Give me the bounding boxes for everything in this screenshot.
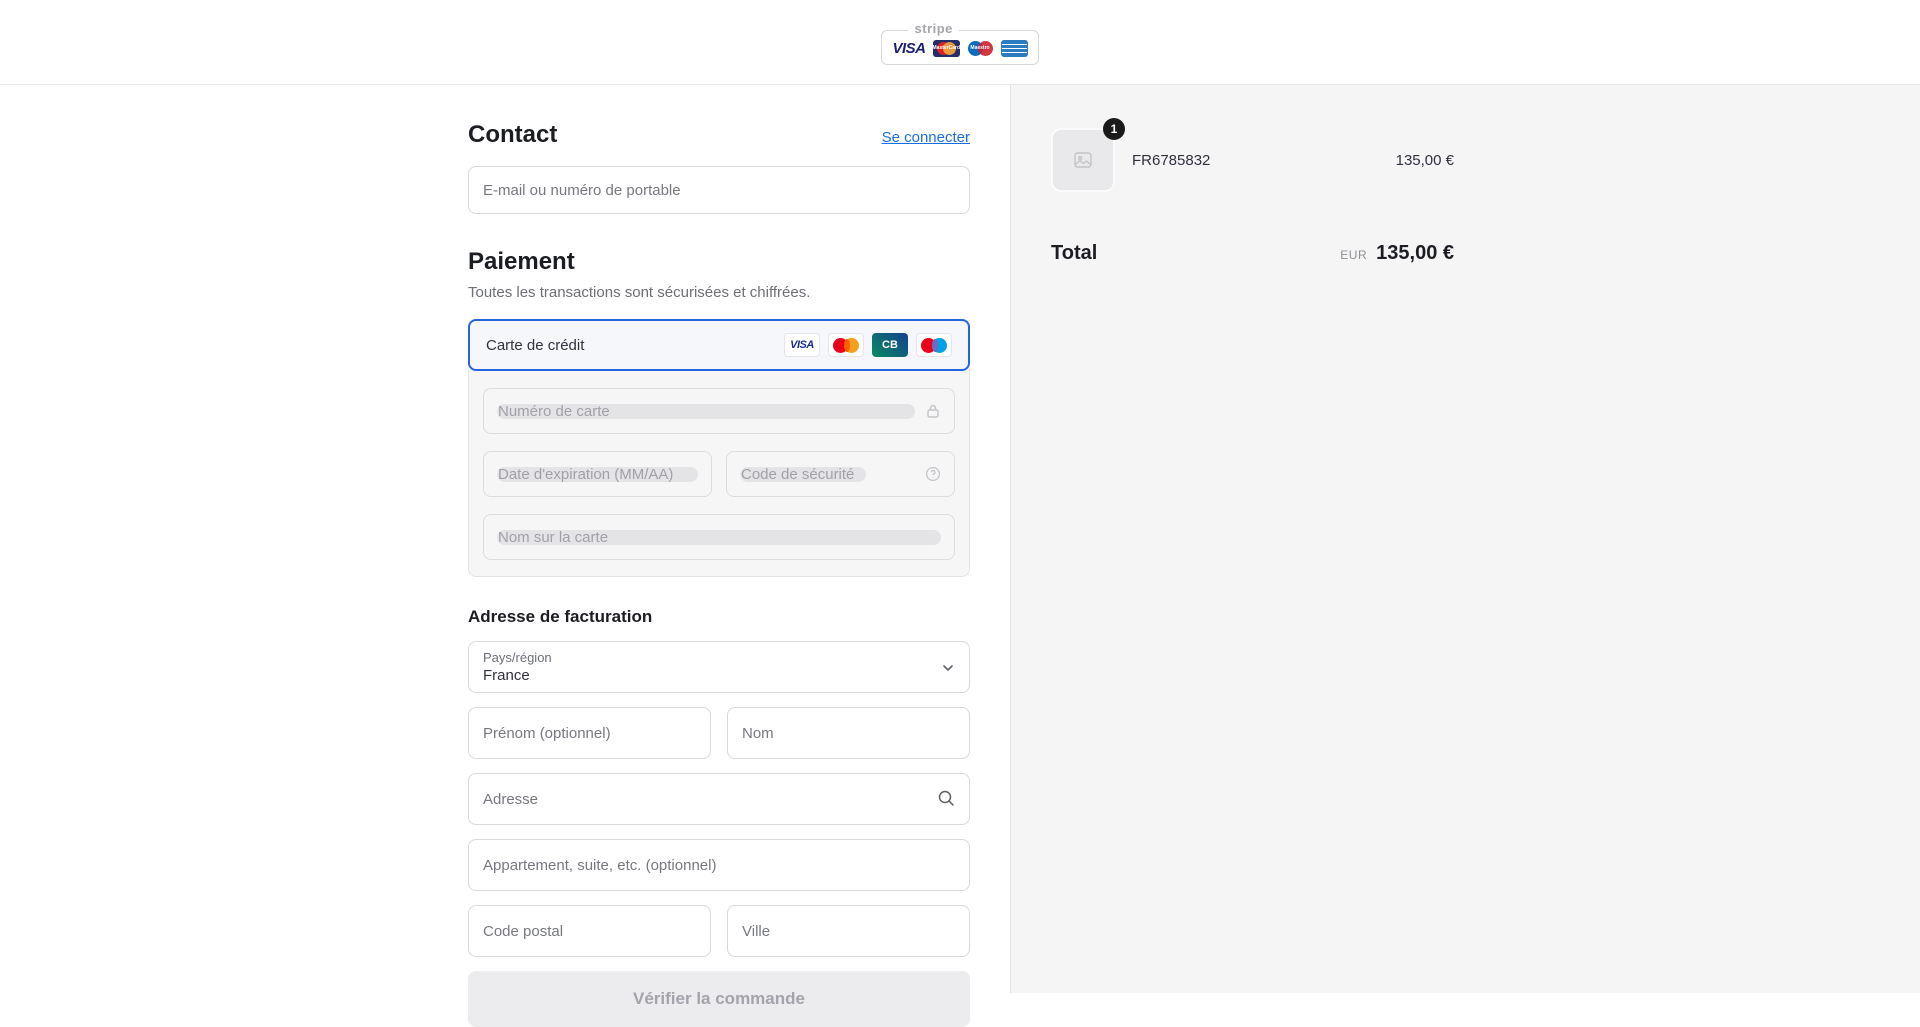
card-number-field[interactable]: Numéro de carte: [483, 388, 955, 434]
postal-code-input[interactable]: [468, 905, 711, 957]
billing-title: Adresse de facturation: [468, 607, 970, 627]
cartes-bancaires-icon: CB: [872, 333, 908, 357]
card-name-placeholder: Nom sur la carte: [497, 530, 608, 545]
card-expiry-field[interactable]: Date d'expiration (MM/AA): [483, 451, 712, 497]
card-brand-chips: VISA CB: [784, 333, 952, 357]
card-expiry-placeholder: Date d'expiration (MM/AA): [497, 467, 673, 482]
checkout-form-panel: Contact Se connecter Paiement Toutes les…: [0, 85, 1010, 993]
signin-link[interactable]: Se connecter: [882, 129, 970, 146]
city-input[interactable]: [727, 905, 970, 957]
lock-icon: [925, 403, 941, 419]
item-name: FR6785832: [1132, 152, 1210, 169]
card-name-field[interactable]: Nom sur la carte: [483, 514, 955, 560]
payment-method-card[interactable]: Carte de crédit VISA CB: [468, 319, 970, 371]
product-image-placeholder: [1051, 128, 1115, 192]
item-price: 135,00 €: [1396, 152, 1454, 169]
total-row: Total EUR 135,00 €: [1051, 242, 1454, 265]
order-item-row: 1 FR6785832 135,00 €: [1051, 128, 1454, 192]
chevron-down-icon: [941, 661, 955, 680]
visa-icon: VISA: [784, 333, 820, 357]
checkout-page: stripe VISA MasterCard Maestro Contact S…: [0, 0, 1920, 993]
address2-input[interactable]: [468, 839, 970, 891]
payment-subtitle: Toutes les transactions sont sécurisées …: [468, 284, 970, 301]
help-icon: [925, 466, 941, 482]
review-order-button[interactable]: Vérifier la commande: [468, 971, 970, 1027]
country-value: France: [483, 667, 955, 684]
currency-code: EUR: [1340, 248, 1367, 262]
total-value: 135,00 €: [1376, 242, 1454, 265]
country-select[interactable]: Pays/région France: [468, 641, 970, 693]
first-name-input[interactable]: [468, 707, 711, 759]
mastercard-icon: [828, 333, 864, 357]
amex-logo-icon: [1001, 40, 1028, 57]
country-label: Pays/région: [483, 650, 955, 665]
visa-logo-icon: VISA: [892, 40, 925, 57]
maestro-logo-icon: Maestro: [967, 40, 994, 57]
payment-method-label: Carte de crédit: [486, 337, 584, 354]
address-input[interactable]: [468, 773, 970, 825]
card-details-form: Numéro de carte: [468, 369, 970, 577]
contact-title: Contact: [468, 121, 557, 149]
card-cvc-field[interactable]: Code de sécurité: [726, 451, 955, 497]
card-number-placeholder: Numéro de carte: [497, 404, 610, 419]
search-icon: [936, 788, 956, 813]
mastercard-logo-icon: MasterCard: [933, 40, 960, 57]
total-label: Total: [1051, 242, 1097, 265]
order-summary-panel: 1 FR6785832 135,00 € Total EUR 135,00 €: [1010, 85, 1920, 993]
email-input[interactable]: [468, 166, 970, 214]
quantity-badge: 1: [1103, 118, 1125, 140]
last-name-input[interactable]: [727, 707, 970, 759]
stripe-logo: stripe: [908, 21, 958, 36]
stripe-payment-badge: stripe VISA MasterCard Maestro: [881, 30, 1038, 65]
header: stripe VISA MasterCard Maestro: [0, 0, 1920, 85]
payment-title: Paiement: [468, 248, 970, 276]
card-cvc-placeholder: Code de sécurité: [740, 467, 854, 482]
maestro-icon: [916, 333, 952, 357]
